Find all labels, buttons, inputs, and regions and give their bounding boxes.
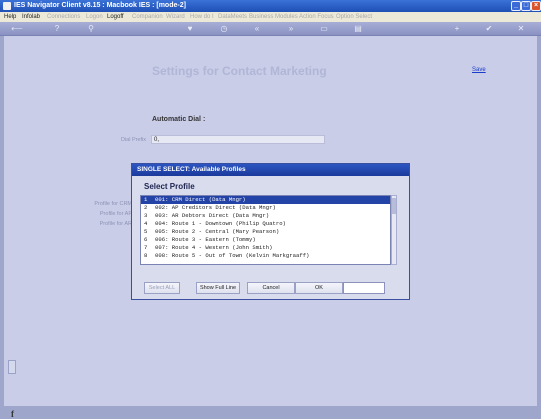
dialog-heading: Select Profile <box>144 182 195 191</box>
maximize-button[interactable]: □ <box>521 1 531 11</box>
profile-ap-label: Profile for AP <box>99 211 132 217</box>
dial-prefix-label: Dial Prefix <box>120 137 146 143</box>
list-item[interactable]: 7 007: Route 4 - Western (John Smith) <box>141 244 390 252</box>
plus-icon[interactable]: + <box>452 24 462 33</box>
profile-crm-label: Profile for CRM <box>94 201 132 207</box>
window-title: IES Navigator Client v8.15 : Macbook IES… <box>14 2 186 9</box>
list-item[interactable]: 1 001: CRM Direct (Data Mngr) <box>141 196 390 204</box>
save-link[interactable]: Save <box>472 67 486 73</box>
menu-connections[interactable]: Connections <box>47 12 80 22</box>
list-item[interactable]: 4 004: Route 1 - Downtown (Philip Quatro) <box>141 220 390 228</box>
menu-option-select[interactable]: Option Select <box>336 12 372 22</box>
list-item[interactable]: 2 002: AP Creditors Direct (Data Mngr) <box>141 204 390 212</box>
heart-icon[interactable]: ♥ <box>185 24 195 33</box>
rewind-icon[interactable]: « <box>252 24 262 33</box>
scrollbar-thumb[interactable] <box>392 198 396 214</box>
list-icon[interactable]: ▤ <box>353 24 363 33</box>
menu-infolab[interactable]: Infolab <box>22 12 40 22</box>
list-item[interactable]: 3 003: AR Debtors Direct (Data Mngr) <box>141 212 390 220</box>
menu-help[interactable]: Help <box>4 12 16 22</box>
profile-list[interactable]: 1 001: CRM Direct (Data Mngr) 2 002: AP Cr… <box>140 195 391 265</box>
dialog-title: SINGLE SELECT: Available Profiles <box>132 164 409 176</box>
menu-logoff[interactable]: Logoff <box>107 12 124 22</box>
app-icon <box>3 2 11 10</box>
menu-business-modules[interactable]: Business Modules <box>249 12 298 22</box>
dial-prefix-input[interactable]: 0, <box>151 135 325 144</box>
menu-logon[interactable]: Logon <box>86 12 103 22</box>
cancel-button[interactable]: Cancel <box>247 282 295 294</box>
menu-wizard[interactable]: Wizard <box>166 12 185 22</box>
close-window-button[interactable]: × <box>531 1 541 11</box>
back-icon[interactable]: ⟵ <box>6 24 28 33</box>
menu-action-focus[interactable]: Action Focus <box>299 12 334 22</box>
check-icon[interactable]: ✔ <box>484 24 494 33</box>
list-item[interactable]: 5 005: Route 2 - Central (Mary Pearson) <box>141 228 390 236</box>
pages-icon[interactable]: ▭ <box>319 24 329 33</box>
ok-button[interactable]: OK <box>295 282 343 294</box>
menu-datameets[interactable]: DataMeets <box>218 12 247 22</box>
forward-icon[interactable]: » <box>286 24 296 33</box>
select-profile-dialog: SINGLE SELECT: Available Profiles Select… <box>131 163 410 300</box>
show-full-line-button[interactable]: Show Full Line <box>196 282 240 294</box>
close-icon[interactable]: ✕ <box>516 24 526 33</box>
select-all-button[interactable]: Select ALL <box>144 282 180 294</box>
function-icon[interactable]: f <box>11 409 14 419</box>
search-icon[interactable]: ⚲ <box>86 24 96 33</box>
page-title: Settings for Contact Marketing <box>152 64 327 78</box>
toolbar: ⟵ ? ⚲ ♥ ◷ « » ▭ ▤ + ✔ ✕ <box>0 22 541 36</box>
list-item[interactable]: 8 008: Route 5 - Out of Town (Kelvin Mark… <box>141 252 390 260</box>
list-scrollbar[interactable] <box>391 195 397 265</box>
side-panel-tab[interactable] <box>8 360 16 374</box>
profile-ar-label: Profile for AR <box>99 221 132 227</box>
minimize-button[interactable]: _ <box>511 1 521 11</box>
filter-input[interactable] <box>343 282 385 294</box>
list-item[interactable]: 6 006: Route 3 - Eastern (Tommy) <box>141 236 390 244</box>
help-icon[interactable]: ? <box>52 24 62 33</box>
clock-icon[interactable]: ◷ <box>219 24 229 33</box>
menu-companion[interactable]: Companion <box>132 12 163 22</box>
auto-dial-heading: Automatic Dial : <box>152 116 206 123</box>
window-title-bar: IES Navigator Client v8.15 : Macbook IES… <box>0 0 541 12</box>
menu-bar: Help Infolab Connections Logon Logoff Co… <box>0 12 541 22</box>
menu-how-do-i[interactable]: How do I <box>190 12 214 22</box>
